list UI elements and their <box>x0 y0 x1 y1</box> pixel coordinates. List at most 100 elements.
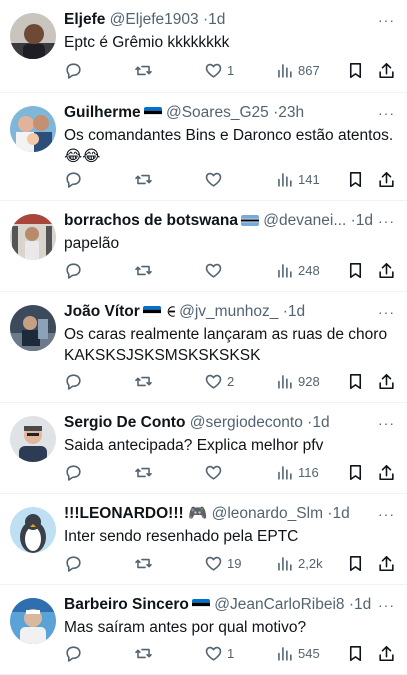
user-handle[interactable]: @sergiodeconto <box>190 414 303 431</box>
bookmark-icon <box>346 463 365 482</box>
display-name[interactable]: !!!LEONARDO!!! <box>64 505 184 522</box>
reply-button[interactable] <box>64 642 87 664</box>
analytics-icon <box>275 554 294 573</box>
action-bar: 1 867 <box>64 59 397 81</box>
display-name[interactable]: Eljefe <box>64 11 105 28</box>
timestamp[interactable]: 1d <box>332 505 349 522</box>
share-button[interactable] <box>377 552 396 574</box>
avatar[interactable] <box>10 106 56 152</box>
reply-icon <box>64 644 83 663</box>
display-name[interactable]: Guilherme <box>64 104 141 121</box>
avatar[interactable] <box>10 214 56 260</box>
bookmark-button[interactable] <box>346 259 365 281</box>
retweet-button[interactable] <box>134 168 157 190</box>
views-button[interactable]: 141 <box>275 168 320 190</box>
avatar[interactable] <box>10 598 56 644</box>
avatar[interactable] <box>10 305 56 351</box>
action-bar: 2 928 <box>64 370 397 392</box>
like-button[interactable] <box>204 168 227 190</box>
reply-button[interactable] <box>64 168 87 190</box>
tweet-header: João Vítor @jv_munhoz_ ·1d <box>64 302 375 322</box>
more-options-icon[interactable]: ··· <box>378 597 395 613</box>
display-name[interactable]: Barbeiro Sincero <box>64 596 189 613</box>
heart-icon <box>204 261 223 280</box>
reply-button[interactable] <box>64 370 87 392</box>
retweet-button[interactable] <box>134 642 157 664</box>
bookmark-icon <box>346 170 365 189</box>
tweet[interactable]: !!!LEONARDO!!! 🎮 @leonardo_Slm ·1d ··· I… <box>0 494 407 585</box>
botswana-flag-icon <box>240 215 259 226</box>
avatar[interactable] <box>10 13 56 59</box>
avatar[interactable] <box>10 507 56 553</box>
avatar[interactable] <box>10 416 56 462</box>
reply-button[interactable] <box>64 461 87 483</box>
retweet-button[interactable] <box>134 461 157 483</box>
more-options-icon[interactable]: ··· <box>378 12 395 28</box>
more-options-icon[interactable]: ··· <box>378 506 395 522</box>
timestamp[interactable]: 1d <box>354 596 371 613</box>
tweet[interactable]: Barbeiro Sincero @JeanCarloRibei8 ·1d ··… <box>0 585 407 675</box>
view-count: 928 <box>298 373 320 389</box>
bookmark-button[interactable] <box>346 461 365 483</box>
share-button[interactable] <box>377 59 396 81</box>
more-options-icon[interactable]: ··· <box>378 415 395 431</box>
more-options-icon[interactable]: ··· <box>378 105 395 121</box>
retweet-button[interactable] <box>134 59 157 81</box>
display-name[interactable]: Sergio De Conto <box>64 414 185 431</box>
user-handle[interactable]: @JeanCarloRibei8 <box>214 596 344 613</box>
like-button[interactable]: 1 <box>204 59 234 81</box>
bookmark-button[interactable] <box>346 642 365 664</box>
more-options-icon[interactable]: ··· <box>378 304 395 320</box>
tweet[interactable]: Eljefe @Eljefe1903 ·1d ··· Eptc é Grêmio… <box>0 0 407 93</box>
tweet[interactable]: Guilherme @Soares_G25 ·23h ··· Os comand… <box>0 93 407 201</box>
tweet[interactable]: João Vítor @jv_munhoz_ ·1d ··· Os caras … <box>0 292 407 403</box>
bookmark-button[interactable] <box>346 59 365 81</box>
share-button[interactable] <box>377 259 396 281</box>
share-button[interactable] <box>377 370 396 392</box>
share-button[interactable] <box>377 461 396 483</box>
reply-button[interactable] <box>64 552 87 574</box>
timestamp[interactable]: 1d <box>288 303 305 320</box>
display-name[interactable]: João Vítor <box>64 303 140 320</box>
reply-button[interactable] <box>64 59 87 81</box>
tweet[interactable]: borrachos de botswana @devanei... ·1d ··… <box>0 201 407 292</box>
views-button[interactable]: 116 <box>275 461 319 483</box>
user-handle[interactable]: @Eljefe1903 <box>110 11 199 28</box>
reply-button[interactable] <box>64 259 87 281</box>
views-button[interactable]: 248 <box>275 259 320 281</box>
club-badge-icon <box>164 306 175 317</box>
bookmark-button[interactable] <box>346 370 365 392</box>
timestamp[interactable]: 23h <box>278 104 304 121</box>
like-button[interactable] <box>204 259 227 281</box>
retweet-button[interactable] <box>134 259 157 281</box>
views-button[interactable]: 928 <box>275 370 320 392</box>
like-button[interactable]: 19 <box>204 552 241 574</box>
retweet-icon <box>134 463 153 482</box>
more-options-icon[interactable]: ··· <box>378 213 395 229</box>
user-handle[interactable]: @Soares_G25 <box>166 104 269 121</box>
retweet-button[interactable] <box>134 552 157 574</box>
user-handle[interactable]: @leonardo_Slm <box>212 505 323 522</box>
retweet-button[interactable] <box>134 370 157 392</box>
reply-icon <box>64 372 83 391</box>
display-name[interactable]: borrachos de botswana <box>64 212 238 229</box>
user-handle[interactable]: @jv_munhoz_ <box>179 303 278 320</box>
bookmark-button[interactable] <box>346 168 365 190</box>
views-button[interactable]: 2,2k <box>275 552 323 574</box>
tweet-header: borrachos de botswana @devanei... ·1d <box>64 211 375 231</box>
timestamp[interactable]: 1d <box>208 11 225 28</box>
views-button[interactable]: 545 <box>275 642 320 664</box>
user-handle[interactable]: @devanei... <box>263 212 346 229</box>
timestamp[interactable]: 1d <box>312 414 329 431</box>
like-button[interactable]: 1 <box>204 642 234 664</box>
tweet[interactable]: Sergio De Conto @sergiodeconto ·1d ··· S… <box>0 403 407 494</box>
like-button[interactable]: 2 <box>204 370 234 392</box>
timestamp[interactable]: 1d <box>356 212 373 229</box>
bookmark-button[interactable] <box>346 552 365 574</box>
share-button[interactable] <box>377 642 396 664</box>
share-button[interactable] <box>377 168 396 190</box>
like-button[interactable] <box>204 461 227 483</box>
views-button[interactable]: 867 <box>275 59 320 81</box>
tweet-text: papelão <box>64 235 120 252</box>
reply-icon <box>64 261 83 280</box>
